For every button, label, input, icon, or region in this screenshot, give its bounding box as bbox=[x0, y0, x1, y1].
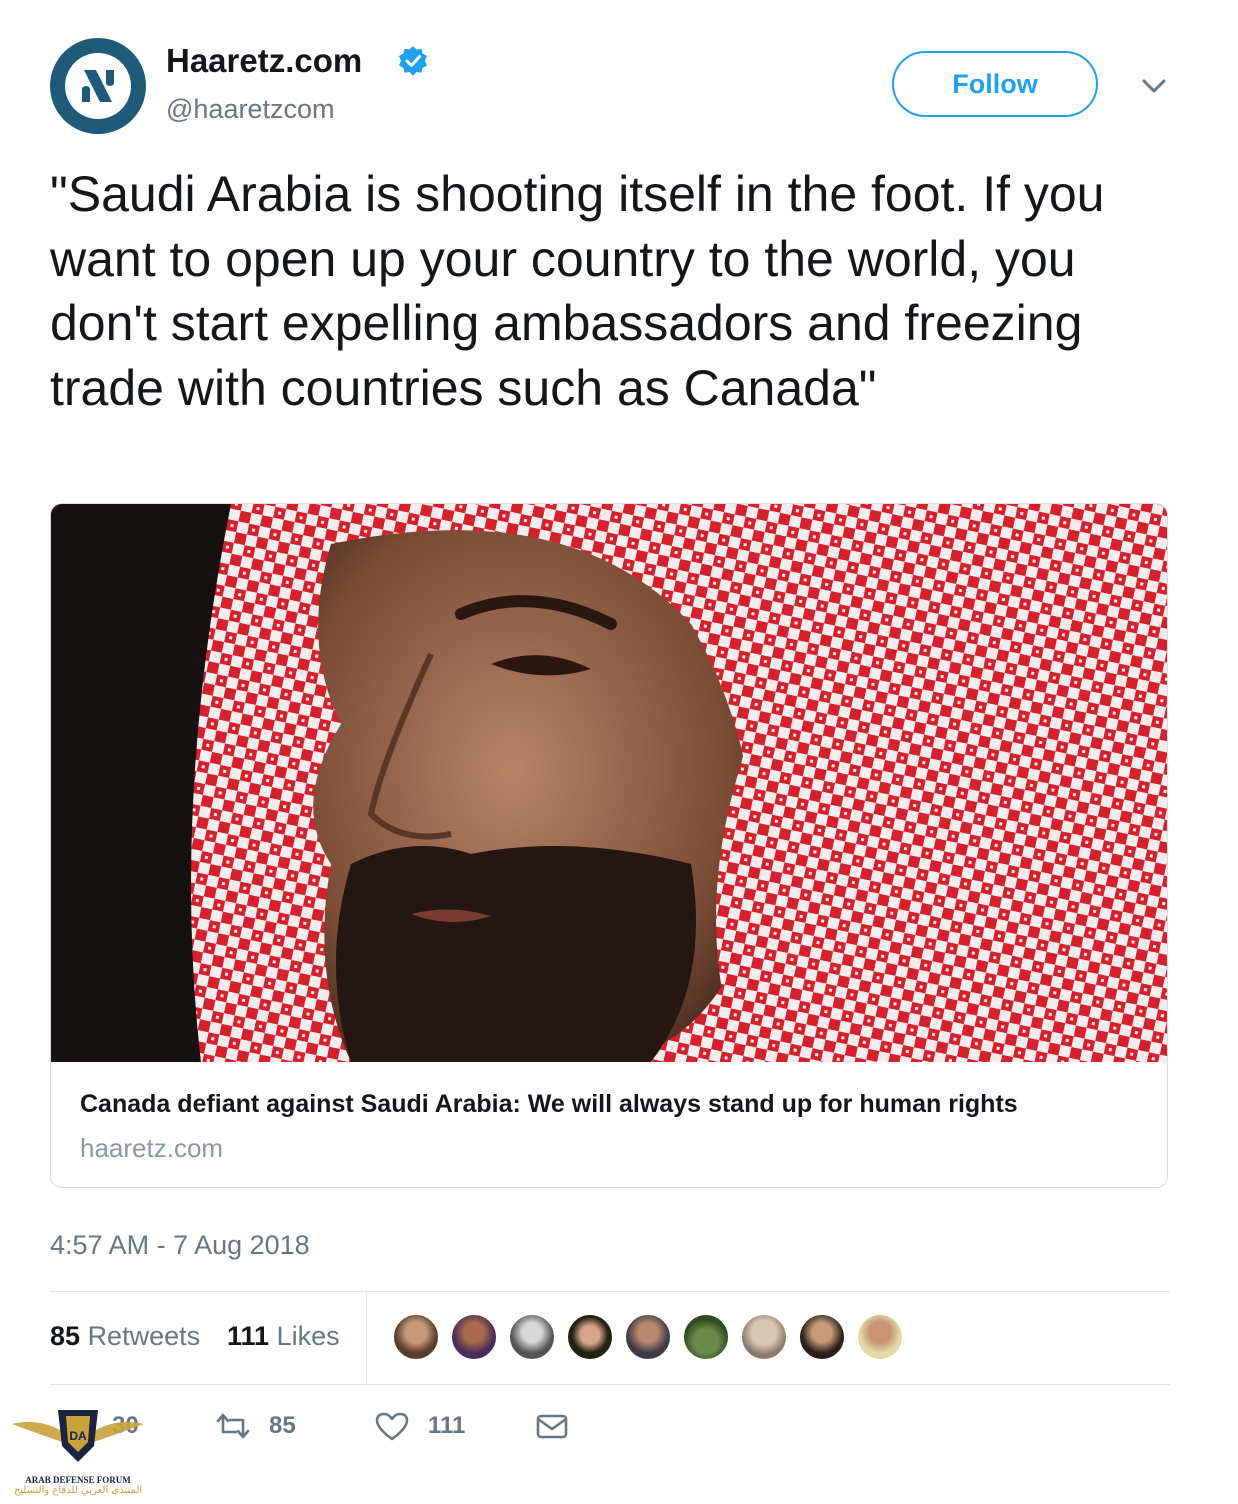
likes-count: 111 bbox=[227, 1321, 270, 1351]
tweet-timestamp[interactable]: 4:57 AM - 7 Aug 2018 bbox=[50, 1230, 310, 1261]
liker-avatar-6[interactable] bbox=[682, 1313, 730, 1361]
likes-label: Likes bbox=[276, 1321, 340, 1351]
stats-top-divider bbox=[50, 1291, 1170, 1292]
liker-avatar-4[interactable] bbox=[566, 1313, 614, 1361]
liker-avatar-9[interactable] bbox=[856, 1313, 904, 1361]
author-name[interactable]: Haaretz.com bbox=[166, 42, 362, 80]
verified-badge-icon bbox=[399, 46, 427, 76]
retweet-button[interactable]: 85 bbox=[215, 1410, 296, 1442]
retweet-count: 85 bbox=[269, 1412, 296, 1439]
liker-avatar-7[interactable] bbox=[740, 1313, 788, 1361]
like-count: 111 bbox=[428, 1412, 466, 1439]
card-title[interactable]: Canada defiant against Saudi Arabia: We … bbox=[80, 1090, 1018, 1119]
stats-bottom-divider bbox=[50, 1384, 1170, 1385]
direct-message-button[interactable] bbox=[534, 1410, 588, 1442]
author-handle[interactable]: @haaretzcom bbox=[166, 94, 334, 125]
arab-defense-forum-logo: DA bbox=[12, 1410, 144, 1462]
retweets-count: 85 bbox=[50, 1321, 81, 1351]
retweets-label: Retweets bbox=[87, 1321, 201, 1351]
link-card[interactable]: Canada defiant against Saudi Arabia: We … bbox=[50, 503, 1168, 1188]
tweet-text: "Saudi Arabia is shooting itself in the … bbox=[50, 166, 1105, 416]
card-domain: haaretz.com bbox=[80, 1133, 224, 1163]
article-photo bbox=[51, 504, 1167, 1062]
like-button[interactable]: 111 bbox=[374, 1410, 465, 1442]
author-avatar[interactable] bbox=[50, 38, 146, 134]
liker-avatar-5[interactable] bbox=[624, 1313, 672, 1361]
liker-avatar-8[interactable] bbox=[798, 1313, 846, 1361]
likes-stat[interactable]: 111 Likes bbox=[227, 1321, 340, 1352]
chevron-down-icon[interactable] bbox=[1138, 74, 1170, 98]
arab-defense-forum-watermark: DA ARAB DEFENSE FORUM المنتدى العربي للد… bbox=[8, 1400, 148, 1504]
liker-avatar-3[interactable] bbox=[508, 1313, 556, 1361]
envelope-icon bbox=[536, 1414, 568, 1439]
liker-avatar-1[interactable] bbox=[392, 1313, 440, 1361]
liker-avatar-2[interactable] bbox=[450, 1313, 498, 1361]
stats-vertical-divider bbox=[366, 1292, 367, 1384]
watermark-line1: ARAB DEFENSE FORUM bbox=[25, 1475, 131, 1485]
retweet-icon bbox=[216, 1413, 250, 1439]
watermark-line2: المنتدى العربي للدفاع والتسليح bbox=[13, 1485, 143, 1496]
svg-text:DA: DA bbox=[69, 1429, 87, 1443]
heart-icon bbox=[375, 1412, 409, 1441]
retweets-stat[interactable]: 85 Retweets bbox=[50, 1321, 200, 1352]
follow-button[interactable]: Follow bbox=[892, 51, 1098, 117]
haaretz-logo-icon bbox=[65, 53, 131, 119]
